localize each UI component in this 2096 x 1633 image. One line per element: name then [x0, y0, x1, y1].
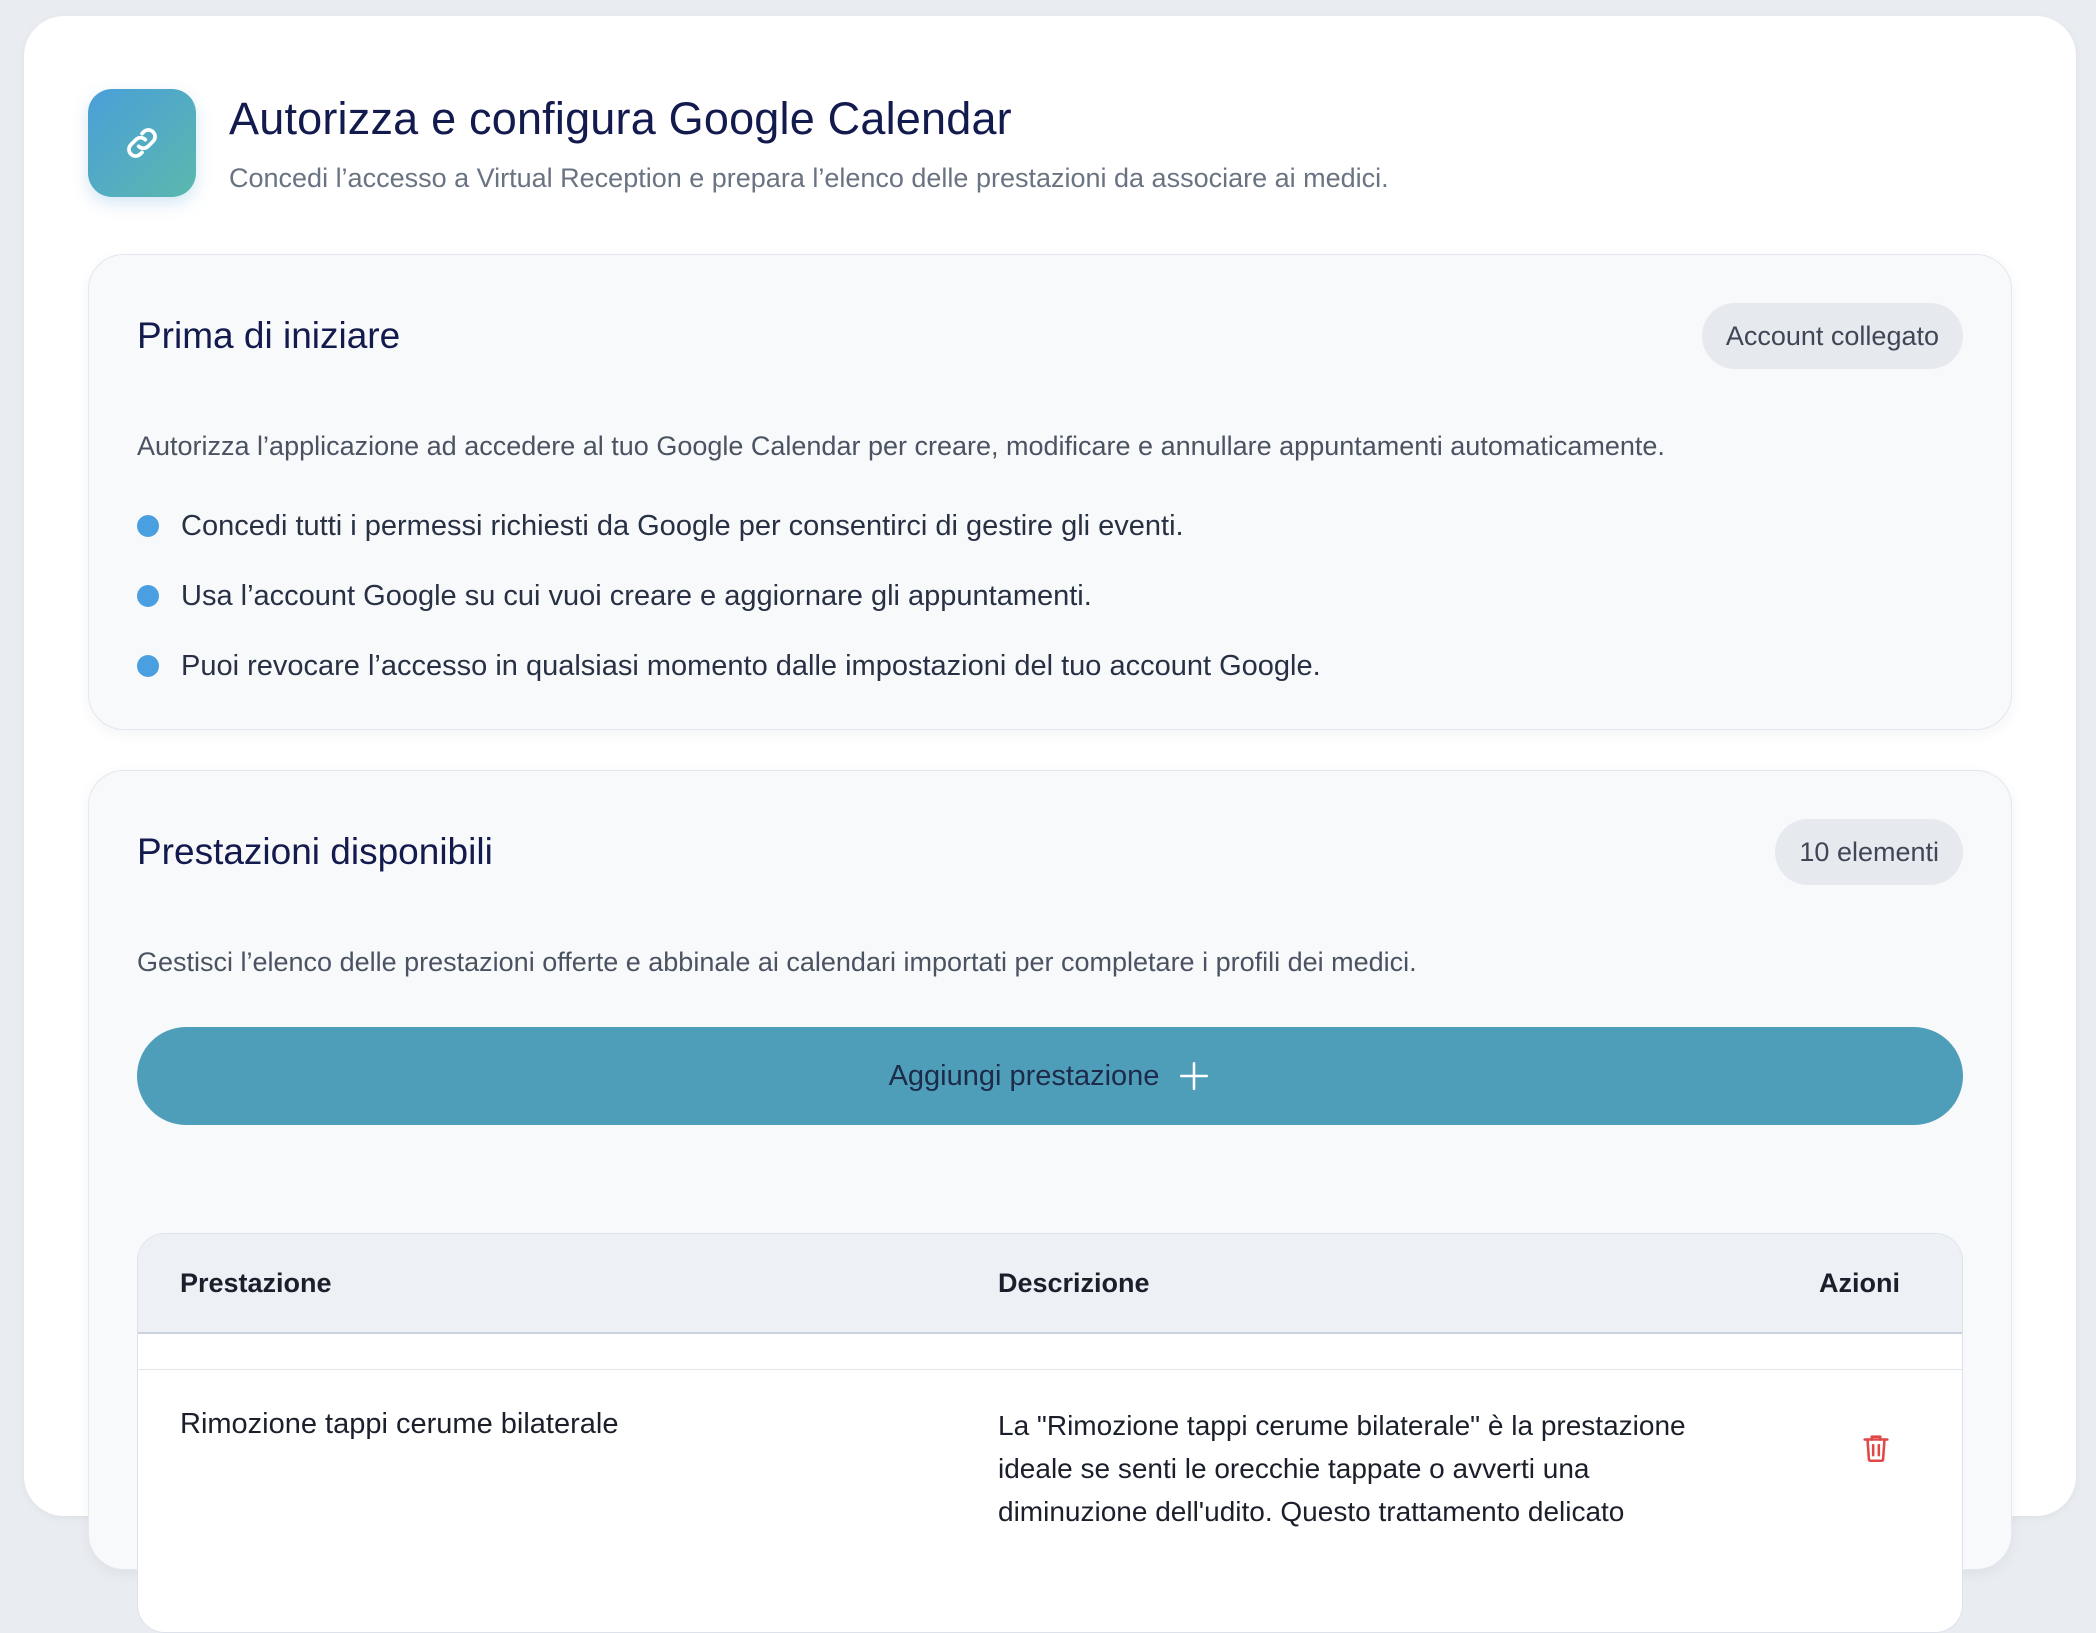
- status-badge: Account collegato: [1701, 303, 1963, 369]
- trash-icon: [1863, 1435, 1889, 1463]
- table-row: Rimozione tappi cerume bilaterale La "Ri…: [138, 1370, 1962, 1632]
- bullet-dot-icon: [137, 585, 159, 607]
- page-subtitle: Concedi l’accesso a Virtual Reception e …: [229, 163, 1389, 193]
- prerequisites-section: Prima di iniziare Account collegato Auto…: [88, 254, 2012, 730]
- plus-icon: [1177, 1059, 1211, 1093]
- list-item: Usa l’account Google su cui vuoi creare …: [137, 575, 1321, 617]
- page-title: Autorizza e configura Google Calendar: [229, 93, 1012, 144]
- add-service-button[interactable]: Aggiungi prestazione: [137, 1027, 1963, 1125]
- link-icon: [88, 89, 196, 197]
- bullet-dot-icon: [137, 515, 159, 537]
- page-card: Autorizza e configura Google Calendar Co…: [24, 16, 2076, 1633]
- section-description: Autorizza l’applicazione ad accedere al …: [137, 431, 1665, 461]
- services-section: Prestazioni disponibili 10 elementi Gest…: [88, 770, 2012, 1633]
- add-service-label: Aggiungi prestazione: [888, 1059, 1160, 1092]
- bullet-text: Concedi tutti i permessi richiesti da Go…: [181, 509, 1184, 542]
- bullet-dot-icon: [137, 655, 159, 677]
- list-item: Puoi revocare l’accesso in qualsiasi mom…: [137, 645, 1321, 687]
- column-header-actions: Azioni: [1819, 1268, 1900, 1298]
- service-name: Rimozione tappi cerume bilaterale: [180, 1408, 619, 1440]
- list-item: Concedi tutti i permessi richiesti da Go…: [137, 505, 1321, 547]
- bullet-text: Usa l’account Google su cui vuoi creare …: [181, 579, 1092, 612]
- section-title: Prestazioni disponibili: [137, 831, 493, 872]
- service-description: La "Rimozione tappi cerume bilaterale" è…: [998, 1410, 1686, 1527]
- column-header-description[interactable]: Descrizione: [998, 1268, 1150, 1299]
- delete-button[interactable]: [1850, 1422, 1902, 1474]
- table-divider: [138, 1334, 1962, 1370]
- bullet-text: Puoi revocare l’accesso in qualsiasi mom…: [181, 649, 1321, 682]
- count-badge: 10 elementi: [1775, 819, 1963, 885]
- section-description: Gestisci l’elenco delle prestazioni offe…: [137, 947, 1417, 977]
- column-header-service[interactable]: Prestazione: [180, 1268, 332, 1299]
- services-table: Prestazione Descrizione Azioni Rimozione…: [137, 1233, 1963, 1633]
- page-header: Autorizza e configura Google Calendar Co…: [88, 89, 1389, 197]
- bullet-list: Concedi tutti i permessi richiesti da Go…: [137, 505, 1321, 715]
- section-title: Prima di iniziare: [137, 315, 401, 356]
- table-header: Prestazione Descrizione Azioni: [138, 1234, 1962, 1334]
